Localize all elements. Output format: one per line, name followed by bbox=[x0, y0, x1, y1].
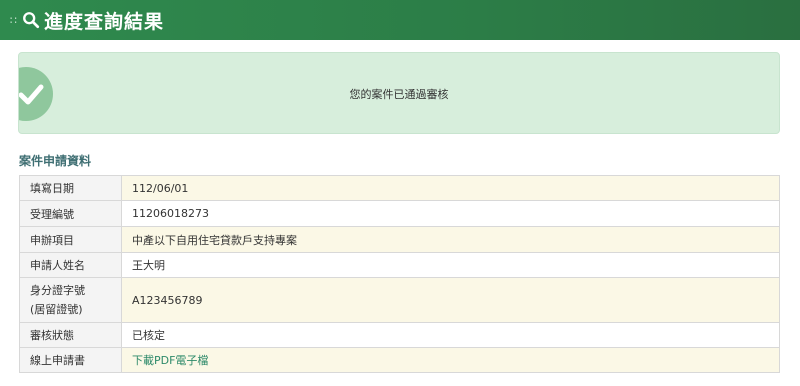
download-pdf-link[interactable]: 下載PDF電子檔 bbox=[121, 347, 780, 373]
application-table: 填寫日期 112/06/01 受理編號 11206018273 申辦項目 中產以… bbox=[19, 175, 780, 373]
row-value-item: 中產以下自用住宅貸款戶支持專案 bbox=[121, 226, 780, 253]
row-value-id-number: A123456789 bbox=[121, 277, 780, 323]
row-value-date: 112/06/01 bbox=[121, 175, 780, 201]
table-row: 審核狀態 已核定 bbox=[19, 322, 780, 348]
drag-handle-icon[interactable]: ∷ bbox=[10, 15, 17, 26]
row-label-applicant-name: 申請人姓名 bbox=[19, 252, 122, 278]
row-label-date: 填寫日期 bbox=[19, 175, 122, 201]
row-value-review-status: 已核定 bbox=[121, 322, 780, 348]
section-title: 案件申請資料 bbox=[19, 154, 92, 168]
row-label-id-number: 身分證字號 (居留證號) bbox=[19, 277, 122, 323]
row-value-applicant-name: 王大明 bbox=[121, 252, 780, 278]
page-header: ∷ 進度查詢結果 bbox=[0, 0, 800, 40]
row-label-id-number-line2: (居留證號) bbox=[30, 303, 83, 316]
page-title: 進度查詢結果 bbox=[44, 10, 165, 33]
alert-message: 您的案件已通過審核 bbox=[349, 88, 449, 101]
row-label-case-number: 受理編號 bbox=[19, 200, 122, 227]
row-label-id-number-line1: 身分證字號 bbox=[30, 284, 85, 297]
table-row: 申辦項目 中產以下自用住宅貸款戶支持專案 bbox=[19, 226, 780, 253]
row-label-item: 申辦項目 bbox=[19, 226, 122, 253]
search-icon bbox=[23, 12, 40, 29]
row-label-review-status: 審核狀態 bbox=[19, 322, 122, 348]
table-row: 身分證字號 (居留證號) A123456789 bbox=[19, 277, 780, 323]
row-value-case-number: 11206018273 bbox=[121, 200, 780, 227]
success-alert: 您的案件已通過審核 bbox=[18, 52, 780, 134]
table-row: 線上申請書 下載PDF電子檔 bbox=[19, 347, 780, 373]
table-row: 申請人姓名 王大明 bbox=[19, 252, 780, 278]
row-label-online-form: 線上申請書 bbox=[19, 347, 122, 373]
table-row: 填寫日期 112/06/01 bbox=[19, 175, 780, 201]
table-row: 受理編號 11206018273 bbox=[19, 200, 780, 227]
